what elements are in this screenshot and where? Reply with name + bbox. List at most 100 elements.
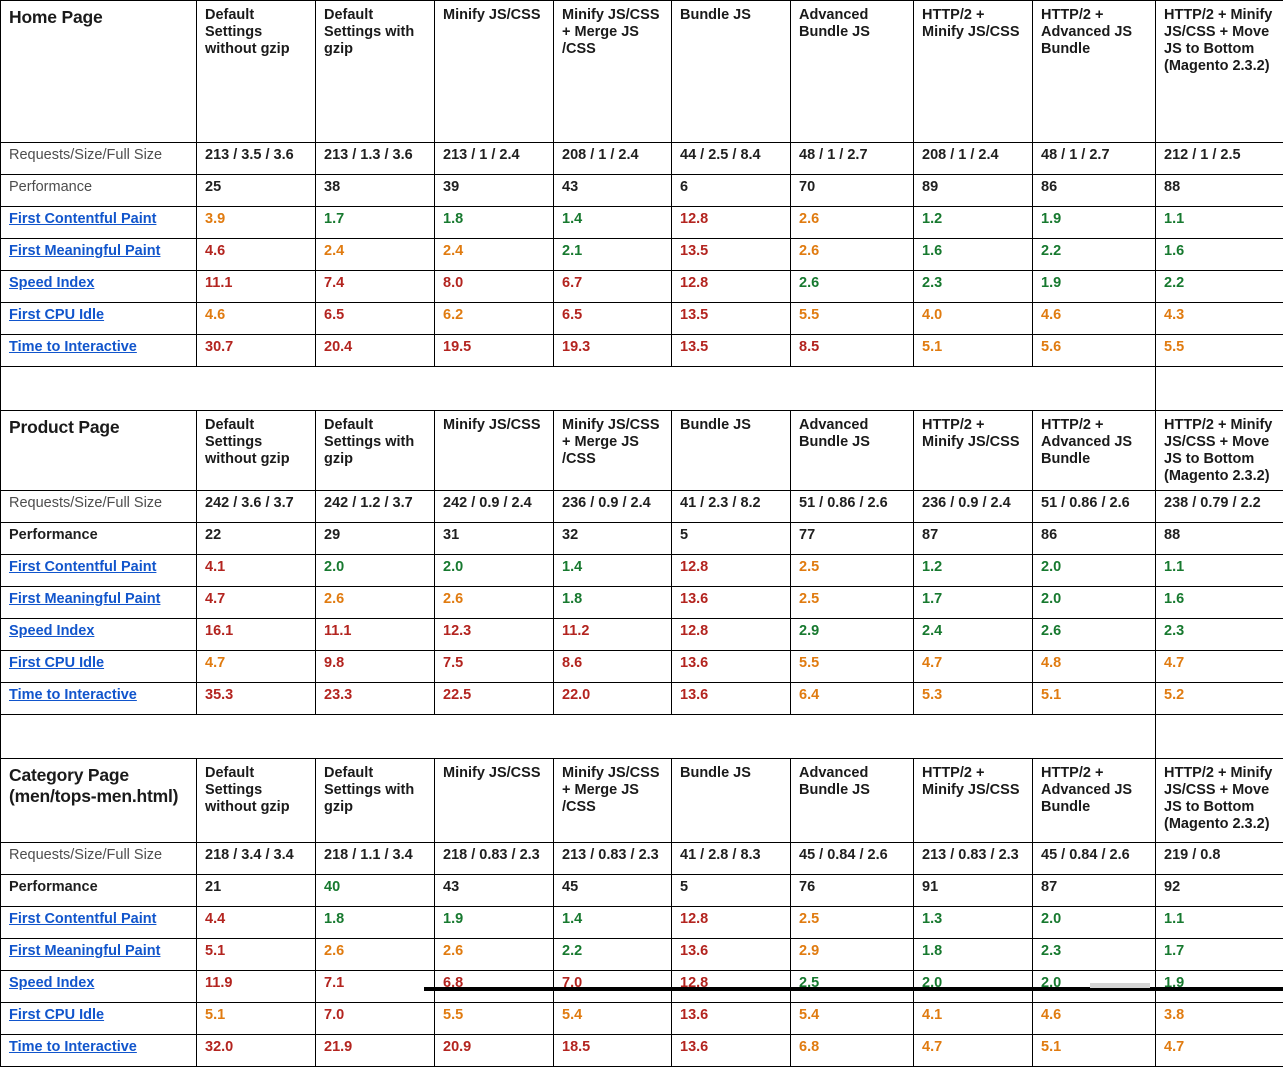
cell-requests: 41 / 2.8 / 8.3	[672, 842, 791, 874]
cell-cpu_idle: 4.7	[197, 650, 316, 682]
cell-cpu_idle: 6.2	[435, 303, 554, 335]
cell-performance: 5	[672, 522, 791, 554]
cell-requests: 208 / 1 / 2.4	[554, 143, 672, 175]
cell-speed_index: 7.1	[316, 970, 435, 1002]
cell-speed_index: 2.6	[1033, 618, 1156, 650]
cell-performance: 92	[1156, 874, 1283, 906]
cell-cpu_idle: 4.3	[1156, 303, 1283, 335]
metric-label-tti[interactable]: Time to Interactive	[1, 335, 197, 367]
metric-label-speed_index[interactable]: Speed Index	[1, 618, 197, 650]
cell-fcp: 12.8	[672, 906, 791, 938]
cell-fmp: 2.0	[1033, 586, 1156, 618]
column-header-scenario: HTTP/2 + Minify JS/CSS	[914, 411, 1033, 491]
metric-label-cpu_idle[interactable]: First CPU Idle	[1, 1002, 197, 1034]
horizontal-scrollbar-track[interactable]	[424, 987, 1283, 991]
table-row: Time to Interactive35.323.322.522.013.66…	[1, 682, 1283, 714]
cell-tti: 18.5	[554, 1034, 672, 1066]
cell-fcp: 3.9	[197, 207, 316, 239]
cell-tti: 32.0	[197, 1034, 316, 1066]
cell-speed_index: 16.1	[197, 618, 316, 650]
cell-speed_index: 11.9	[197, 970, 316, 1002]
metric-label-fmp[interactable]: First Meaningful Paint	[1, 586, 197, 618]
cell-tti: 5.3	[914, 682, 1033, 714]
cell-cpu_idle: 4.7	[914, 650, 1033, 682]
column-header-scenario: Bundle JS	[672, 1, 791, 143]
column-header-scenario: Minify JS/CSS	[435, 758, 554, 842]
metric-label-fcp[interactable]: First Contentful Paint	[1, 906, 197, 938]
cell-cpu_idle: 5.5	[435, 1002, 554, 1034]
cell-speed_index: 2.6	[791, 271, 914, 303]
cell-fcp: 1.1	[1156, 554, 1283, 586]
metric-label-fmp[interactable]: First Meaningful Paint	[1, 239, 197, 271]
cell-fmp: 2.5	[791, 586, 914, 618]
cell-speed_index: 11.2	[554, 618, 672, 650]
cell-tti: 23.3	[316, 682, 435, 714]
cell-requests: 213 / 1.3 / 3.6	[316, 143, 435, 175]
metric-label-cpu_idle[interactable]: First CPU Idle	[1, 303, 197, 335]
cell-tti: 20.4	[316, 335, 435, 367]
cell-fmp: 2.9	[791, 938, 914, 970]
cell-cpu_idle: 4.8	[1033, 650, 1156, 682]
cell-requests: 45 / 0.84 / 2.6	[1033, 842, 1156, 874]
cell-fmp: 1.8	[554, 586, 672, 618]
column-header-scenario: Minify JS/CSS	[435, 411, 554, 491]
cell-performance: 45	[554, 874, 672, 906]
horizontal-scrollbar-thumb[interactable]	[1090, 983, 1150, 988]
cell-fmp: 1.6	[914, 239, 1033, 271]
cell-fcp: 1.1	[1156, 906, 1283, 938]
page-title: Home Page	[1, 1, 197, 143]
cell-cpu_idle: 13.6	[672, 650, 791, 682]
cell-cpu_idle: 5.5	[791, 303, 914, 335]
cell-fmp: 1.7	[1156, 938, 1283, 970]
cell-fmp: 2.2	[1033, 239, 1156, 271]
cell-fmp: 2.6	[791, 239, 914, 271]
metric-label-cpu_idle[interactable]: First CPU Idle	[1, 650, 197, 682]
cell-requests: 208 / 1 / 2.4	[914, 143, 1033, 175]
cell-speed_index: 1.9	[1033, 271, 1156, 303]
metric-label-speed_index[interactable]: Speed Index	[1, 970, 197, 1002]
cell-fcp: 2.6	[791, 207, 914, 239]
metric-label-performance: Performance	[1, 874, 197, 906]
cell-cpu_idle: 13.5	[672, 303, 791, 335]
table-row: Performance22293132577878688	[1, 522, 1283, 554]
metric-label-tti[interactable]: Time to Interactive	[1, 682, 197, 714]
metric-label-fcp[interactable]: First Contentful Paint	[1, 207, 197, 239]
column-header-scenario: Minify JS/CSS + Merge JS /CSS	[554, 1, 672, 143]
cell-speed_index: 7.4	[316, 271, 435, 303]
column-header-scenario: Default Settings without gzip	[197, 1, 316, 143]
column-header-scenario: HTTP/2 + Advanced JS Bundle	[1033, 411, 1156, 491]
cell-fmp: 2.1	[554, 239, 672, 271]
cell-cpu_idle: 9.8	[316, 650, 435, 682]
cell-tti: 13.6	[672, 682, 791, 714]
cell-fcp: 2.5	[791, 906, 914, 938]
cell-fcp: 1.7	[316, 207, 435, 239]
cell-requests: 242 / 3.6 / 3.7	[197, 490, 316, 522]
table-row: Time to Interactive30.720.419.519.313.58…	[1, 335, 1283, 367]
metric-label-fcp[interactable]: First Contentful Paint	[1, 554, 197, 586]
cell-requests: 219 / 0.8	[1156, 842, 1283, 874]
cell-fmp: 4.7	[197, 586, 316, 618]
section-spacer-row	[1, 714, 1283, 758]
cell-tti: 6.4	[791, 682, 914, 714]
metric-label-speed_index[interactable]: Speed Index	[1, 271, 197, 303]
column-header-scenario: HTTP/2 + Minify JS/CSS	[914, 758, 1033, 842]
metric-label-performance: Performance	[1, 522, 197, 554]
cell-performance: 40	[316, 874, 435, 906]
cell-cpu_idle: 4.0	[914, 303, 1033, 335]
metric-label-tti[interactable]: Time to Interactive	[1, 1034, 197, 1066]
cell-cpu_idle: 3.8	[1156, 1002, 1283, 1034]
cell-cpu_idle: 4.7	[1156, 650, 1283, 682]
cell-cpu_idle: 6.5	[316, 303, 435, 335]
cell-requests: 236 / 0.9 / 2.4	[914, 490, 1033, 522]
metric-label-fmp[interactable]: First Meaningful Paint	[1, 938, 197, 970]
cell-requests: 242 / 1.2 / 3.7	[316, 490, 435, 522]
cell-tti: 5.1	[1033, 1034, 1156, 1066]
cell-performance: 70	[791, 175, 914, 207]
cell-cpu_idle: 5.4	[554, 1002, 672, 1034]
column-header-scenario: Default Settings with gzip	[316, 758, 435, 842]
cell-tti: 5.6	[1033, 335, 1156, 367]
cell-tti: 8.5	[791, 335, 914, 367]
cell-requests: 218 / 3.4 / 3.4	[197, 842, 316, 874]
cell-tti: 4.7	[914, 1034, 1033, 1066]
cell-tti: 20.9	[435, 1034, 554, 1066]
